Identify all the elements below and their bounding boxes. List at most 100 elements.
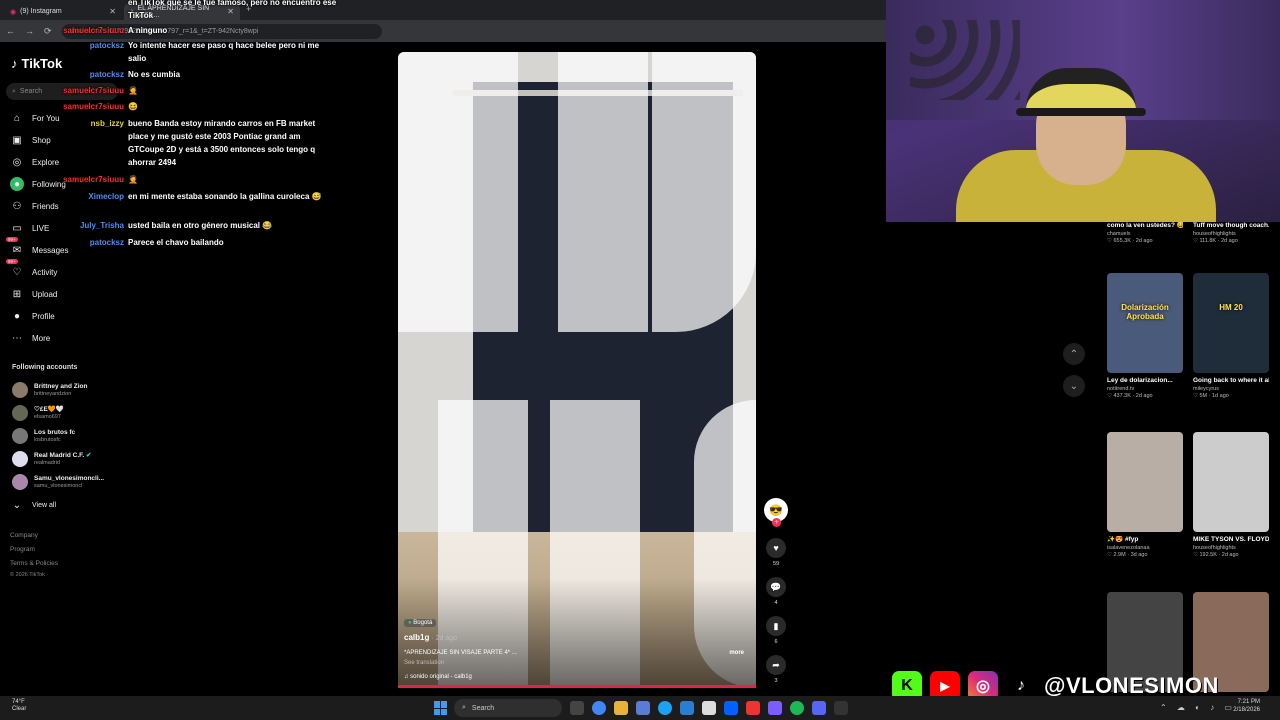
tiktok-logo[interactable]: ♪ TikTok <box>11 56 62 71</box>
back-icon[interactable]: ← <box>6 26 15 36</box>
follow-plus-icon[interactable]: + <box>772 518 781 527</box>
video-caption: *APRENDIZAJE SIN VISAJE PARTE 4* ... <box>404 650 517 656</box>
file-explorer-icon[interactable] <box>614 701 628 715</box>
recommended-video-card[interactable]: MIKE TYSON VS. FLOYD... houseofhighlights… <box>1193 432 1269 558</box>
recommended-video-card[interactable]: Dolarización Aprobada Ley de dolarizacion… <box>1107 273 1183 399</box>
edge-icon[interactable] <box>658 701 672 715</box>
video-author[interactable]: calb1g <box>404 633 429 642</box>
forward-icon[interactable]: → <box>25 26 34 36</box>
obs-icon[interactable] <box>834 701 848 715</box>
recommended-video-card[interactable]: como la ven ustedes? 😅😂... chamuelx♡ 655.… <box>1107 222 1183 244</box>
nav-label: Shop <box>32 135 51 145</box>
account-name: Samu_vlonesimoncli... <box>34 475 105 483</box>
recommended-video-card[interactable]: ✨😍 #fyp isalavenezolanaa ♡ 2.9M · 3d ago <box>1107 432 1183 558</box>
next-video-button[interactable]: ⌄ <box>1063 375 1085 397</box>
app-icon[interactable] <box>636 701 650 715</box>
following-account[interactable]: Los brutos fc losbrutosfc <box>12 426 75 446</box>
following-account[interactable]: Samu_vlonesimoncli... samu_vlonesimoncl <box>12 472 104 492</box>
account-name: Los brutos fc <box>34 429 76 437</box>
video-age: · 2d ago <box>431 635 457 642</box>
like-count: 59 <box>772 561 780 567</box>
video-progress-bar[interactable] <box>398 685 756 688</box>
account-handle: realmadrid <box>34 459 60 466</box>
footer-company[interactable]: Company <box>10 532 38 539</box>
weather-widget[interactable]: 74°F Clear <box>12 699 26 713</box>
caption-more-button[interactable]: more <box>729 650 744 656</box>
share-icon: ➦ <box>766 655 786 675</box>
see-translation-button[interactable]: See translation <box>404 660 744 666</box>
nav-following[interactable]: ● Following <box>10 176 66 192</box>
app-purple-icon[interactable] <box>768 701 782 715</box>
avatar <box>12 451 28 467</box>
previous-video-button[interactable]: ⌃ <box>1063 343 1085 365</box>
video-player[interactable]: ● Bogotá calb1g · 2d ago *APRENDIZAJE SI… <box>398 52 756 688</box>
following-account[interactable]: ♡£E🧡🤍 elsamo697 <box>12 403 64 423</box>
windows-start-icon[interactable] <box>434 701 448 715</box>
video-author[interactable]: houseofhighlights <box>1193 545 1269 551</box>
following-account[interactable]: Brittney and Zion brittneyandzion <box>12 380 87 400</box>
nav-label: For You <box>32 113 60 123</box>
like-button[interactable]: ♥ 59 <box>766 538 786 567</box>
recommended-videos: como la ven ustedes? 😅😂... chamuelx♡ 655.… <box>1100 222 1280 692</box>
video-author[interactable]: houseofhighlights <box>1193 231 1269 237</box>
nav-activity[interactable]: ♡ 99+ Activity <box>6 259 57 280</box>
system-tray[interactable]: ⌃ ☁ ◐ ♪ ▭ <box>1160 703 1236 712</box>
chat-username: nsb_izzy <box>90 119 124 128</box>
video-progress-fill <box>398 685 756 688</box>
profile-icon: ● <box>13 310 21 322</box>
video-sound[interactable]: sonido original - calb1g <box>410 674 472 680</box>
account-name-text: Real Madrid C.F. <box>34 452 85 460</box>
nav-shop[interactable]: ▣ Shop <box>10 132 51 148</box>
recommended-video-card[interactable]: Tuff move though coach. 😭😭... houseofhigh… <box>1193 222 1269 244</box>
chrome-icon[interactable] <box>592 701 606 715</box>
friends-icon: ⚇ <box>12 200 22 212</box>
avatar <box>12 382 28 398</box>
clock[interactable]: 7:21 PM 2/18/2026 <box>1233 699 1260 714</box>
taskbar-search[interactable]: ⌕ Search <box>454 699 562 717</box>
footer-program[interactable]: Program <box>10 546 35 553</box>
bookmark-icon: ▮ <box>766 616 786 636</box>
video-stats: ♡ 437.3K · 2d ago <box>1107 393 1153 400</box>
share-button[interactable]: ➦ 3 <box>766 655 786 684</box>
outlook-icon[interactable] <box>680 701 694 715</box>
video-overlay-letter <box>398 52 518 332</box>
notepad-icon[interactable] <box>702 701 716 715</box>
app-red-icon[interactable] <box>746 701 760 715</box>
video-author[interactable]: mileycyrus <box>1193 386 1269 392</box>
nav-label: Explore <box>32 157 60 167</box>
nav-more[interactable]: ⋯ More <box>10 330 50 346</box>
video-author[interactable]: chamuelx <box>1107 231 1183 237</box>
reload-icon[interactable]: ⟳ <box>44 26 52 37</box>
nav-explore[interactable]: ◎ Explore <box>10 154 60 170</box>
nav-profile[interactable]: ● Profile <box>10 308 55 324</box>
weather-temp: 74°F <box>12 699 25 705</box>
nav-upload[interactable]: ⊞ Upload <box>10 286 58 302</box>
discord-icon[interactable] <box>812 701 826 715</box>
search-placeholder: Search <box>19 88 43 95</box>
music-note-icon: ♫ <box>404 674 409 680</box>
view-all-button[interactable]: ⌄ View all <box>10 497 56 513</box>
task-view-icon[interactable] <box>570 701 584 715</box>
dropbox-icon[interactable] <box>724 701 738 715</box>
nav-label: LIVE <box>32 223 50 233</box>
nav-label: Upload <box>32 289 58 299</box>
following-account[interactable]: Real Madrid C.F. ✔ realmadrid <box>12 449 91 469</box>
nav-for-you[interactable]: ⌂ For You <box>10 110 60 126</box>
video-author[interactable]: notitrend.tv <box>1107 386 1183 392</box>
location-tag[interactable]: ● Bogotá <box>404 619 437 627</box>
brand-name: TikTok <box>21 56 63 71</box>
nav-friends[interactable]: ⚇ Friends <box>10 198 59 214</box>
view-all-label: View all <box>32 501 56 509</box>
recommended-video-card[interactable]: HM 20 Going back to where it all... mileyc… <box>1193 273 1269 399</box>
activity-badge: 99+ <box>6 259 18 264</box>
comment-button[interactable]: 💬 4 <box>766 577 786 606</box>
video-author[interactable]: isalavenezolanaa <box>1107 545 1183 551</box>
bookmark-button[interactable]: ▮ 6 <box>766 616 786 645</box>
video-thumbnail <box>1107 432 1183 532</box>
nav-live[interactable]: ▭ LIVE <box>10 220 49 236</box>
search-icon: ⌕ <box>462 704 466 711</box>
spotify-icon[interactable] <box>790 701 804 715</box>
chat-text: 🤦 <box>128 86 138 95</box>
footer-terms[interactable]: Terms & Policies <box>10 560 58 567</box>
webcam-wall-hats <box>910 20 1020 100</box>
